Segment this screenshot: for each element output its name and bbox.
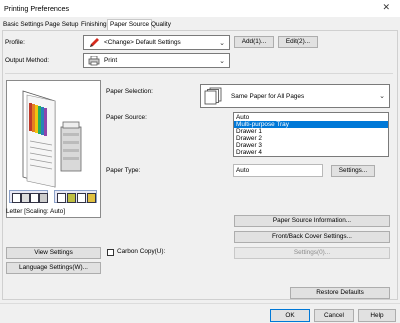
restore-defaults-button[interactable]: Restore Defaults <box>290 287 390 299</box>
output-method-value: Print <box>104 57 118 64</box>
list-item[interactable]: Drawer 1 <box>234 128 388 135</box>
color-icon <box>87 193 96 203</box>
pencil-icon <box>90 38 99 47</box>
stacked-pages-icon <box>204 87 222 105</box>
source-icon-group[interactable] <box>54 190 97 203</box>
output-method-select[interactable]: Print ⌄ <box>83 53 230 68</box>
view-settings-button[interactable]: View Settings <box>6 247 101 259</box>
paper-type-settings-button[interactable]: Settings... <box>331 165 375 177</box>
list-item-selected[interactable]: Multi-purpose Tray <box>234 121 388 128</box>
chevron-down-icon: ⌄ <box>379 93 385 100</box>
paper-type-value: Auto <box>236 167 250 174</box>
language-settings-button[interactable]: Language Settings(W)... <box>6 262 101 274</box>
printer-icon <box>88 56 100 66</box>
paper-selection-label: Paper Selection: <box>106 88 153 95</box>
cancel-button[interactable]: Cancel <box>314 309 354 322</box>
preview-caption: Letter [Scaling: Auto] <box>6 208 65 215</box>
tray-icon <box>57 193 66 203</box>
list-item[interactable]: Drawer 2 <box>234 135 388 142</box>
footer-divider <box>0 303 400 304</box>
output-method-label: Output Method: <box>5 57 50 64</box>
page-icon <box>12 193 21 203</box>
list-item[interactable]: Drawer 3 <box>234 142 388 149</box>
paper-source-information-button[interactable]: Paper Source Information... <box>234 215 390 227</box>
preview-toolbar <box>9 190 97 203</box>
carbon-copy-settings-button: Settings(0)... <box>234 247 390 259</box>
profile-label: Profile: <box>5 39 25 46</box>
carbon-copy-label: Carbon Copy(U): <box>117 248 166 255</box>
ok-button[interactable]: OK <box>270 309 310 322</box>
cover-icon <box>77 193 86 203</box>
duplex-icon <box>30 193 39 203</box>
list-item[interactable]: Drawer 4 <box>234 149 388 156</box>
paper-source-list[interactable]: Auto Multi-purpose Tray Drawer 1 Drawer … <box>233 112 389 157</box>
title-bar: Printing Preferences ✕ <box>0 0 400 17</box>
staple-icon <box>39 193 48 203</box>
paper-type-icon <box>67 193 76 203</box>
list-item[interactable]: Auto <box>234 114 388 121</box>
help-button[interactable]: Help <box>358 309 396 322</box>
tab-page-setup[interactable]: Page Setup <box>45 21 78 28</box>
paper-selection-select[interactable]: Same Paper for All Pages ⌄ <box>200 84 390 108</box>
tab-finishing[interactable]: Finishing <box>81 21 107 28</box>
add-profile-button[interactable]: Add(1)... <box>234 36 274 48</box>
tab-basic-settings[interactable]: Basic Settings <box>3 21 44 28</box>
edit-profile-button[interactable]: Edit(2)... <box>278 36 318 48</box>
printer-device-icon <box>60 121 82 172</box>
chevron-down-icon: ⌄ <box>219 57 225 65</box>
close-icon[interactable]: ✕ <box>382 2 390 13</box>
paper-source-label: Paper Source: <box>106 114 147 121</box>
carbon-copy-checkbox[interactable] <box>107 249 114 256</box>
paper-type-field: Auto <box>233 164 323 177</box>
document-preview-icon <box>22 90 56 188</box>
layout-icon-group[interactable] <box>9 190 48 203</box>
paper-selection-value: Same Paper for All Pages <box>231 93 305 100</box>
front-back-cover-settings-button[interactable]: Front/Back Cover Settings... <box>234 231 390 243</box>
stapler-icon <box>21 193 30 203</box>
tab-paper-source[interactable]: Paper Source <box>107 19 153 30</box>
profile-select[interactable]: <Change> Default Settings ⌄ <box>83 35 230 50</box>
profile-value: <Change> Default Settings <box>104 39 181 46</box>
divider <box>5 73 393 74</box>
chevron-down-icon: ⌄ <box>219 39 225 47</box>
paper-type-label: Paper Type: <box>106 167 141 174</box>
tab-quality[interactable]: Quality <box>151 21 171 28</box>
window-title: Printing Preferences <box>4 4 70 13</box>
